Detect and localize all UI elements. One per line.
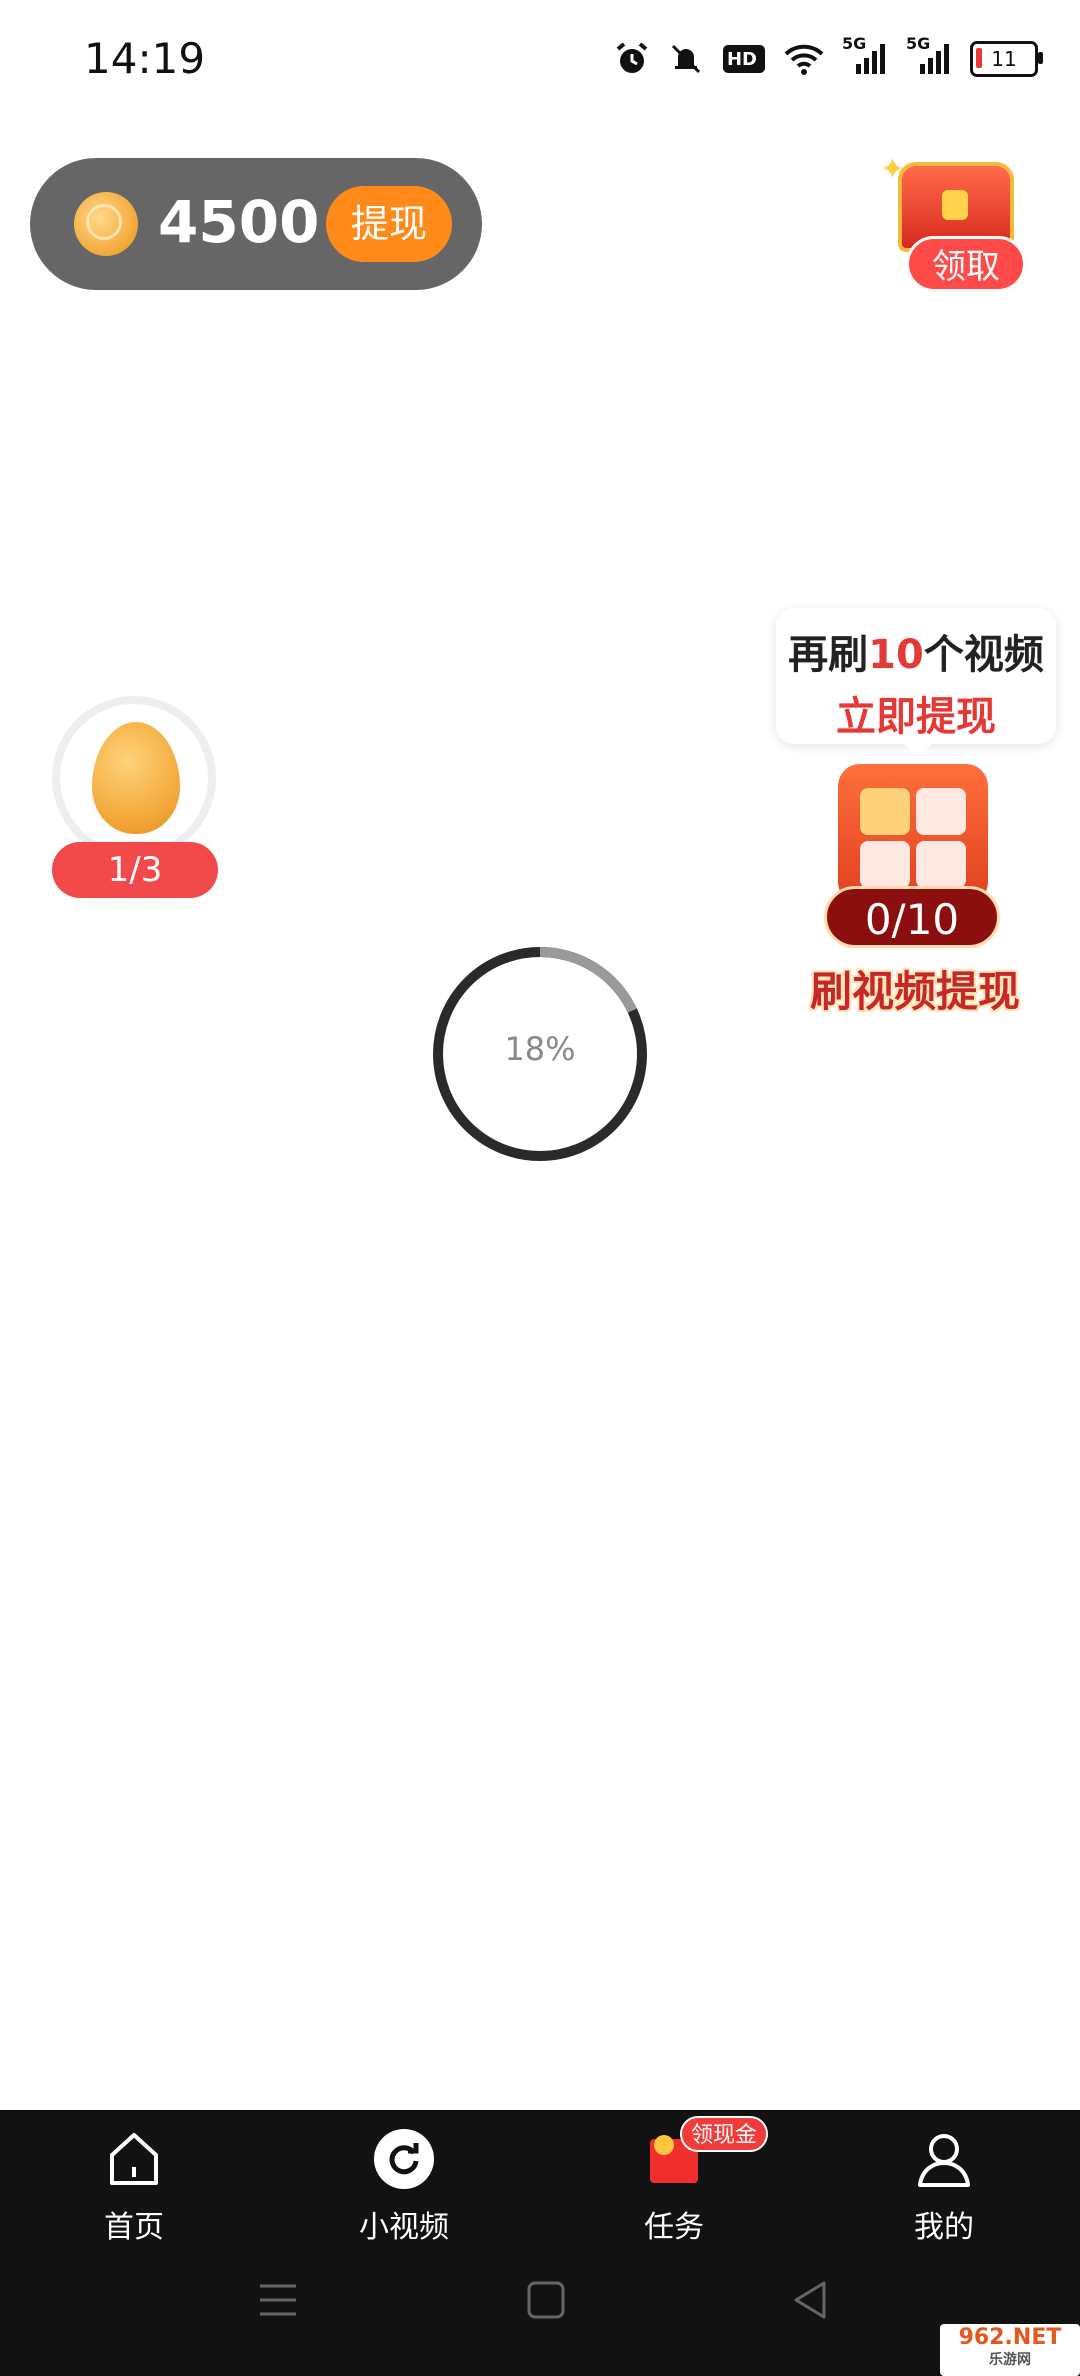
network-label-2: 5G: [906, 34, 931, 53]
hd-icon: HD: [722, 36, 766, 82]
video-task-bubble[interactable]: 再刷10个视频 立即提现: [776, 608, 1056, 758]
nav-short-video[interactable]: 小视频: [314, 2124, 494, 2246]
video-task-counter: 0/10: [824, 886, 1000, 948]
treasure-chest-widget[interactable]: ✦ 领取: [880, 152, 1030, 292]
withdraw-button[interactable]: 提现: [326, 186, 452, 262]
hd-label: HD: [726, 48, 757, 70]
claim-button[interactable]: 领取: [906, 236, 1026, 292]
chest-lock-icon: [942, 190, 968, 220]
nav-home-label: 首页: [104, 2210, 164, 2245]
video-task-box-icon[interactable]: [838, 764, 988, 904]
loading-percent: 18%: [504, 1030, 576, 1068]
egg-progress-badge: 1/3: [52, 842, 218, 898]
watermark-sub: 乐游网: [989, 2352, 1031, 2368]
alarm-icon: [614, 36, 650, 82]
bubble-suffix: 个视频: [923, 632, 1044, 678]
status-bar: 14:19 HD 5G 5G 11: [0, 0, 1080, 118]
status-icons: HD 5G 5G 11: [614, 34, 1043, 82]
watermark-logo: 962.NET 乐游网: [940, 2324, 1080, 2376]
video-task-label[interactable]: 刷视频提现: [790, 958, 1040, 1019]
coin-icon: [74, 192, 138, 256]
bubble-line1: 再刷10个视频: [776, 622, 1056, 680]
wifi-icon: [784, 36, 824, 82]
signal-5g-icon: 5G: [906, 34, 952, 82]
bubble-line2: 立即提现: [836, 694, 996, 740]
nav-tasks-label: 任务: [644, 2210, 704, 2245]
battery-icon: 11: [970, 41, 1043, 77]
network-label-1: 5G: [842, 34, 867, 53]
bubble-count: 10: [868, 632, 924, 678]
home-square-icon[interactable]: [526, 2278, 566, 2326]
coin-balance-pill[interactable]: 4500 提现: [30, 158, 482, 290]
nav-profile[interactable]: 我的: [854, 2124, 1034, 2246]
nav-short-video-label: 小视频: [359, 2210, 449, 2245]
menu-icon[interactable]: [258, 2278, 298, 2326]
back-icon[interactable]: [790, 2278, 830, 2326]
home-icon: [44, 2124, 224, 2194]
signal-5g-icon: 5G: [842, 34, 888, 82]
battery-level: 11: [991, 47, 1017, 71]
coin-amount: 4500: [158, 188, 320, 256]
watermark-main: 962.NET: [958, 2325, 1062, 2350]
nav-profile-label: 我的: [914, 2210, 974, 2245]
video-refresh-icon: [314, 2124, 494, 2194]
profile-icon: [854, 2124, 1034, 2194]
claim-cash-badge[interactable]: 领现金: [680, 2116, 768, 2152]
system-nav-bar: [0, 2260, 1080, 2360]
task-grid: [860, 788, 966, 888]
status-time: 14:19: [84, 34, 206, 83]
nav-home[interactable]: 首页: [44, 2124, 224, 2246]
bubble-prefix: 再刷: [788, 632, 869, 678]
mute-icon: [668, 36, 704, 82]
